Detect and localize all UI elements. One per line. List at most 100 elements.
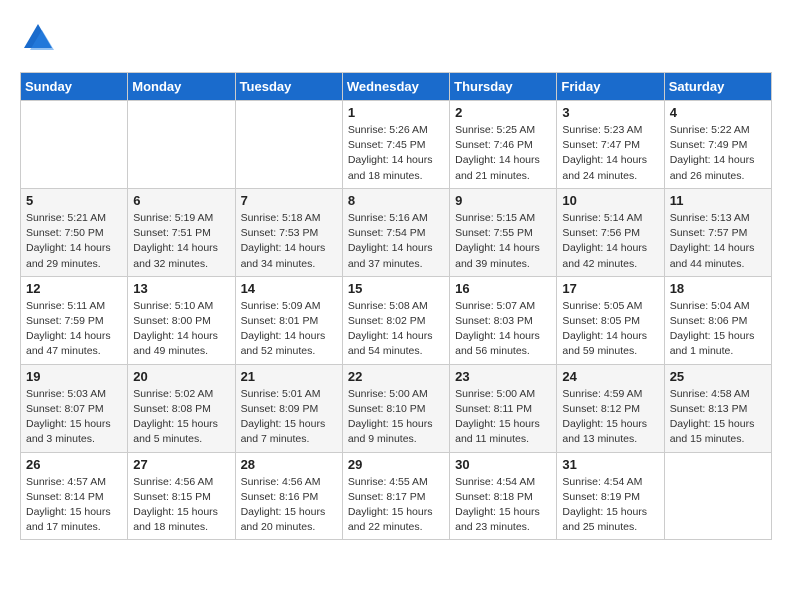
- page: SundayMondayTuesdayWednesdayThursdayFrid…: [0, 0, 792, 560]
- day-number: 15: [348, 281, 444, 296]
- day-number: 7: [241, 193, 337, 208]
- day-info: Sunrise: 5:22 AMSunset: 7:49 PMDaylight:…: [670, 123, 766, 184]
- day-info: Sunrise: 5:04 AMSunset: 8:06 PMDaylight:…: [670, 299, 766, 360]
- calendar: SundayMondayTuesdayWednesdayThursdayFrid…: [20, 72, 772, 540]
- day-info: Sunrise: 5:02 AMSunset: 8:08 PMDaylight:…: [133, 387, 229, 448]
- calendar-cell: [664, 452, 771, 540]
- day-number: 3: [562, 105, 658, 120]
- weekday-header: Tuesday: [235, 73, 342, 101]
- day-number: 11: [670, 193, 766, 208]
- calendar-week: 26 Sunrise: 4:57 AMSunset: 8:14 PMDayligh…: [21, 452, 772, 540]
- calendar-cell: 16 Sunrise: 5:07 AMSunset: 8:03 PMDayligh…: [450, 276, 557, 364]
- day-info: Sunrise: 5:00 AMSunset: 8:10 PMDaylight:…: [348, 387, 444, 448]
- calendar-cell: 3 Sunrise: 5:23 AMSunset: 7:47 PMDaylight…: [557, 101, 664, 189]
- calendar-cell: 6Sunrise: 5:19 AMSunset: 7:51 PMDaylight…: [128, 188, 235, 276]
- day-info: Sunrise: 5:09 AMSunset: 8:01 PMDaylight:…: [241, 299, 337, 360]
- day-info: Sunrise: 4:56 AMSunset: 8:16 PMDaylight:…: [241, 475, 337, 536]
- day-info: Sunrise: 5:18 AMSunset: 7:53 PMDaylight:…: [241, 211, 337, 272]
- calendar-cell: 29 Sunrise: 4:55 AMSunset: 8:17 PMDayligh…: [342, 452, 449, 540]
- calendar-week: 12 Sunrise: 5:11 AMSunset: 7:59 PMDayligh…: [21, 276, 772, 364]
- day-number: 2: [455, 105, 551, 120]
- calendar-cell: 5 Sunrise: 5:21 AMSunset: 7:50 PMDaylight…: [21, 188, 128, 276]
- day-info: Sunrise: 5:01 AMSunset: 8:09 PMDaylight:…: [241, 387, 337, 448]
- weekday-header: Saturday: [664, 73, 771, 101]
- day-number: 20: [133, 369, 229, 384]
- weekday-header: Sunday: [21, 73, 128, 101]
- day-number: 25: [670, 369, 766, 384]
- day-number: 21: [241, 369, 337, 384]
- day-number: 12: [26, 281, 122, 296]
- day-info: Sunrise: 5:08 AMSunset: 8:02 PMDaylight:…: [348, 299, 444, 360]
- day-number: 13: [133, 281, 229, 296]
- day-info: Sunrise: 5:05 AMSunset: 8:05 PMDaylight:…: [562, 299, 658, 360]
- day-info: Sunrise: 5:21 AMSunset: 7:50 PMDaylight:…: [26, 211, 122, 272]
- day-info: Sunrise: 4:58 AMSunset: 8:13 PMDaylight:…: [670, 387, 766, 448]
- header: [20, 20, 772, 56]
- day-number: 17: [562, 281, 658, 296]
- day-info: Sunrise: 5:23 AMSunset: 7:47 PMDaylight:…: [562, 123, 658, 184]
- calendar-cell: 4 Sunrise: 5:22 AMSunset: 7:49 PMDaylight…: [664, 101, 771, 189]
- day-info: Sunrise: 5:16 AMSunset: 7:54 PMDaylight:…: [348, 211, 444, 272]
- day-info: Sunrise: 5:03 AMSunset: 8:07 PMDaylight:…: [26, 387, 122, 448]
- calendar-cell: 25 Sunrise: 4:58 AMSunset: 8:13 PMDayligh…: [664, 364, 771, 452]
- day-info: Sunrise: 5:14 AMSunset: 7:56 PMDaylight:…: [562, 211, 658, 272]
- day-number: 14: [241, 281, 337, 296]
- day-number: 28: [241, 457, 337, 472]
- day-number: 9: [455, 193, 551, 208]
- calendar-cell: 7 Sunrise: 5:18 AMSunset: 7:53 PMDaylight…: [235, 188, 342, 276]
- day-number: 29: [348, 457, 444, 472]
- day-number: 22: [348, 369, 444, 384]
- logo-icon: [20, 20, 56, 56]
- calendar-cell: 17 Sunrise: 5:05 AMSunset: 8:05 PMDayligh…: [557, 276, 664, 364]
- calendar-cell: 20 Sunrise: 5:02 AMSunset: 8:08 PMDayligh…: [128, 364, 235, 452]
- day-info: Sunrise: 5:00 AMSunset: 8:11 PMDaylight:…: [455, 387, 551, 448]
- calendar-cell: 30 Sunrise: 4:54 AMSunset: 8:18 PMDayligh…: [450, 452, 557, 540]
- day-info: Sunrise: 5:07 AMSunset: 8:03 PMDaylight:…: [455, 299, 551, 360]
- calendar-cell: 23 Sunrise: 5:00 AMSunset: 8:11 PMDayligh…: [450, 364, 557, 452]
- day-number: 16: [455, 281, 551, 296]
- day-number: 27: [133, 457, 229, 472]
- day-info: Sunrise: 5:15 AMSunset: 7:55 PMDaylight:…: [455, 211, 551, 272]
- day-number: 26: [26, 457, 122, 472]
- day-info: Sunrise: 5:19 AMSunset: 7:51 PMDaylight:…: [133, 211, 229, 272]
- calendar-cell: 18Sunrise: 5:04 AMSunset: 8:06 PMDayligh…: [664, 276, 771, 364]
- calendar-cell: 24 Sunrise: 4:59 AMSunset: 8:12 PMDayligh…: [557, 364, 664, 452]
- day-info: Sunrise: 5:13 AMSunset: 7:57 PMDaylight:…: [670, 211, 766, 272]
- calendar-cell: [235, 101, 342, 189]
- day-number: 30: [455, 457, 551, 472]
- day-info: Sunrise: 4:59 AMSunset: 8:12 PMDaylight:…: [562, 387, 658, 448]
- day-info: Sunrise: 5:10 AMSunset: 8:00 PMDaylight:…: [133, 299, 229, 360]
- calendar-cell: 1Sunrise: 5:26 AMSunset: 7:45 PMDaylight…: [342, 101, 449, 189]
- day-number: 24: [562, 369, 658, 384]
- day-number: 10: [562, 193, 658, 208]
- logo: [20, 20, 62, 56]
- weekday-header: Friday: [557, 73, 664, 101]
- day-number: 5: [26, 193, 122, 208]
- day-info: Sunrise: 5:11 AMSunset: 7:59 PMDaylight:…: [26, 299, 122, 360]
- calendar-cell: 31Sunrise: 4:54 AMSunset: 8:19 PMDayligh…: [557, 452, 664, 540]
- day-number: 19: [26, 369, 122, 384]
- calendar-body: 1Sunrise: 5:26 AMSunset: 7:45 PMDaylight…: [21, 101, 772, 540]
- weekday-header: Thursday: [450, 73, 557, 101]
- day-number: 23: [455, 369, 551, 384]
- weekday-header: Wednesday: [342, 73, 449, 101]
- calendar-header: SundayMondayTuesdayWednesdayThursdayFrid…: [21, 73, 772, 101]
- calendar-cell: [128, 101, 235, 189]
- day-info: Sunrise: 4:54 AMSunset: 8:18 PMDaylight:…: [455, 475, 551, 536]
- weekday-row: SundayMondayTuesdayWednesdayThursdayFrid…: [21, 73, 772, 101]
- calendar-week: 5 Sunrise: 5:21 AMSunset: 7:50 PMDaylight…: [21, 188, 772, 276]
- day-number: 4: [670, 105, 766, 120]
- day-number: 1: [348, 105, 444, 120]
- calendar-cell: 14 Sunrise: 5:09 AMSunset: 8:01 PMDayligh…: [235, 276, 342, 364]
- calendar-cell: 11 Sunrise: 5:13 AMSunset: 7:57 PMDayligh…: [664, 188, 771, 276]
- day-info: Sunrise: 4:57 AMSunset: 8:14 PMDaylight:…: [26, 475, 122, 536]
- weekday-header: Monday: [128, 73, 235, 101]
- calendar-cell: 28 Sunrise: 4:56 AMSunset: 8:16 PMDayligh…: [235, 452, 342, 540]
- calendar-cell: 8Sunrise: 5:16 AMSunset: 7:54 PMDaylight…: [342, 188, 449, 276]
- calendar-cell: [21, 101, 128, 189]
- calendar-cell: 10 Sunrise: 5:14 AMSunset: 7:56 PMDayligh…: [557, 188, 664, 276]
- day-info: Sunrise: 4:54 AMSunset: 8:19 PMDaylight:…: [562, 475, 658, 536]
- day-info: Sunrise: 4:55 AMSunset: 8:17 PMDaylight:…: [348, 475, 444, 536]
- calendar-cell: 26 Sunrise: 4:57 AMSunset: 8:14 PMDayligh…: [21, 452, 128, 540]
- calendar-cell: 13 Sunrise: 5:10 AMSunset: 8:00 PMDayligh…: [128, 276, 235, 364]
